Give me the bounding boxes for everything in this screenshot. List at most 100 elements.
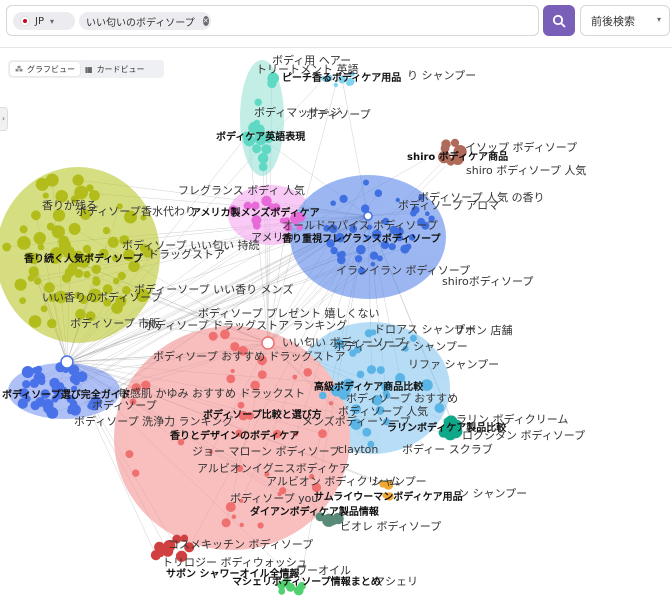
graph-node[interactable] [30, 268, 39, 278]
node-label[interactable]: り シャンプー [407, 69, 476, 82]
node-label[interactable]: コスメキッチン ボディソープ [168, 537, 313, 551]
cluster-title[interactable]: shiro ボディケア商品 [407, 150, 508, 163]
node-label[interactable]: ン シャンプー [458, 487, 527, 500]
node-label[interactable]: ボディソープ プレゼント 嬉しくない [198, 306, 380, 320]
graph-node[interactable] [292, 374, 298, 380]
graph-node[interactable] [29, 378, 40, 388]
node-label[interactable]: トリロジー ボディウォッシュ [162, 555, 308, 569]
graph-node[interactable] [17, 236, 31, 250]
graph-node[interactable] [47, 318, 57, 329]
graph-node[interactable] [21, 366, 34, 378]
graph-node[interactable] [261, 144, 272, 155]
graph-node[interactable] [261, 195, 272, 207]
graph-node[interactable] [363, 179, 369, 186]
graph-node[interactable] [441, 139, 451, 149]
cluster-title[interactable]: 香り続く人気ボディソープ [24, 252, 144, 265]
graph-node[interactable] [61, 273, 72, 283]
hub-node[interactable] [60, 355, 74, 369]
remove-keyword-icon[interactable]: ✕ [202, 16, 209, 26]
graph-node[interactable] [117, 271, 126, 281]
graph-node[interactable] [33, 232, 46, 245]
graph-node[interactable] [374, 189, 383, 197]
graph-node[interactable] [37, 243, 45, 251]
graph-node[interactable] [56, 382, 65, 391]
graph-node[interactable] [43, 403, 54, 414]
node-label[interactable]: ドラッグストア [148, 247, 225, 261]
graph-node[interactable] [42, 192, 49, 199]
cluster-title[interactable]: サムライウーマンボディケア用品 [314, 490, 463, 503]
hub-node[interactable] [261, 336, 275, 350]
cluster-title[interactable]: ピーチ香るボディケア用品 [282, 71, 401, 84]
node-label[interactable]: 香水代わり [141, 205, 196, 218]
node-label[interactable]: フレグランス ボディ 人気 [178, 183, 305, 197]
graph-node[interactable] [400, 244, 410, 254]
cluster-title[interactable]: マシェリボディソープ情報まとめ [232, 575, 381, 588]
graph-node[interactable] [74, 185, 88, 200]
country-chip[interactable]: JP ▾ [13, 12, 75, 30]
node-label[interactable]: ジョー マローン ボディソープ [192, 444, 340, 458]
graph-node[interactable] [257, 370, 267, 379]
mode-select[interactable]: 前後検索 ▾ [580, 5, 670, 36]
cluster-title[interactable]: ボディソープ比較と選び方 [203, 408, 322, 421]
graph-node[interactable] [252, 144, 262, 154]
graph-node[interactable] [356, 370, 365, 379]
graph-node[interactable] [226, 374, 236, 384]
node-label[interactable]: ボディーソープ シャンプー [334, 339, 468, 353]
graph-node[interactable] [354, 255, 363, 263]
graph-node[interactable] [254, 98, 262, 107]
graph-node[interactable] [367, 365, 376, 375]
graph-node[interactable] [231, 514, 237, 520]
graph-node[interactable] [33, 277, 42, 285]
node-label[interactable]: アルビオンイグニスボディケア [197, 461, 350, 475]
cluster-title[interactable]: ボディケア英語表現 [216, 130, 305, 143]
graph-node[interactable] [376, 366, 385, 375]
graph-node[interactable] [14, 278, 27, 291]
graph-node[interactable] [45, 173, 59, 187]
node-label[interactable]: 敏感肌 かゆみ おすすめ ドラックスト [119, 386, 305, 400]
graph-node[interactable] [35, 365, 43, 373]
cluster-title[interactable]: 高級ボディケア商品比較 [314, 380, 424, 393]
search-button[interactable] [543, 5, 575, 36]
node-label[interactable]: ボディソープ [306, 107, 371, 121]
node-label[interactable]: ワーオイル [296, 564, 351, 577]
graph-node[interactable] [303, 368, 313, 377]
graph-node[interactable] [425, 211, 430, 216]
graph-node[interactable] [339, 194, 348, 203]
graph-node[interactable] [38, 378, 46, 386]
graph-node[interactable] [112, 277, 120, 285]
graph-node[interactable] [257, 152, 269, 164]
graph-node[interactable] [330, 246, 338, 255]
graph-node[interactable] [31, 210, 41, 221]
graph-node[interactable] [40, 305, 48, 313]
graph-node[interactable] [125, 450, 134, 459]
graph-node[interactable] [267, 78, 277, 89]
graph-node[interactable] [107, 236, 119, 248]
graph-node[interactable] [208, 331, 218, 341]
node-label[interactable]: サボン 店舗 [454, 323, 513, 337]
cluster-title[interactable]: ダイアンボディケア製品情報 [250, 505, 380, 518]
node-label[interactable]: ボディソープ アロマ [398, 198, 499, 212]
cluster-title[interactable]: 香り重視フレグランスボディソープ [282, 232, 441, 245]
graph-node[interactable] [51, 225, 65, 239]
side-panel-toggle[interactable]: › [0, 107, 8, 131]
node-label[interactable]: シャンプー [372, 475, 427, 488]
node-label[interactable]: リファ シャンプー [408, 358, 499, 371]
search-input[interactable]: JP ▾ いい匂いのボディソープ ✕ [6, 5, 539, 36]
graph-node[interactable] [337, 255, 346, 265]
graph-node[interactable] [69, 374, 79, 384]
node-label[interactable]: ボディソープ [76, 204, 141, 218]
cluster-title[interactable]: アメリカ製メンズボディケア [191, 206, 320, 219]
cluster-title[interactable]: 香りとデザインのボディケア [170, 429, 299, 442]
node-label[interactable]: ボディソープ おすすめ [346, 391, 458, 405]
graph-node[interactable] [450, 138, 460, 147]
graph-node[interactable] [22, 380, 31, 389]
node-label[interactable]: shiro ボディソープ 人気 [466, 163, 586, 177]
graph-node[interactable] [92, 277, 101, 287]
graph-node[interactable] [356, 244, 366, 255]
graph-node[interactable] [328, 401, 334, 406]
graph-node[interactable] [102, 226, 111, 235]
graph-node[interactable] [72, 174, 84, 186]
graph-node[interactable] [19, 225, 28, 234]
graph-node[interactable] [257, 522, 264, 529]
node-label[interactable]: いい香りのボディソープ [42, 290, 162, 304]
